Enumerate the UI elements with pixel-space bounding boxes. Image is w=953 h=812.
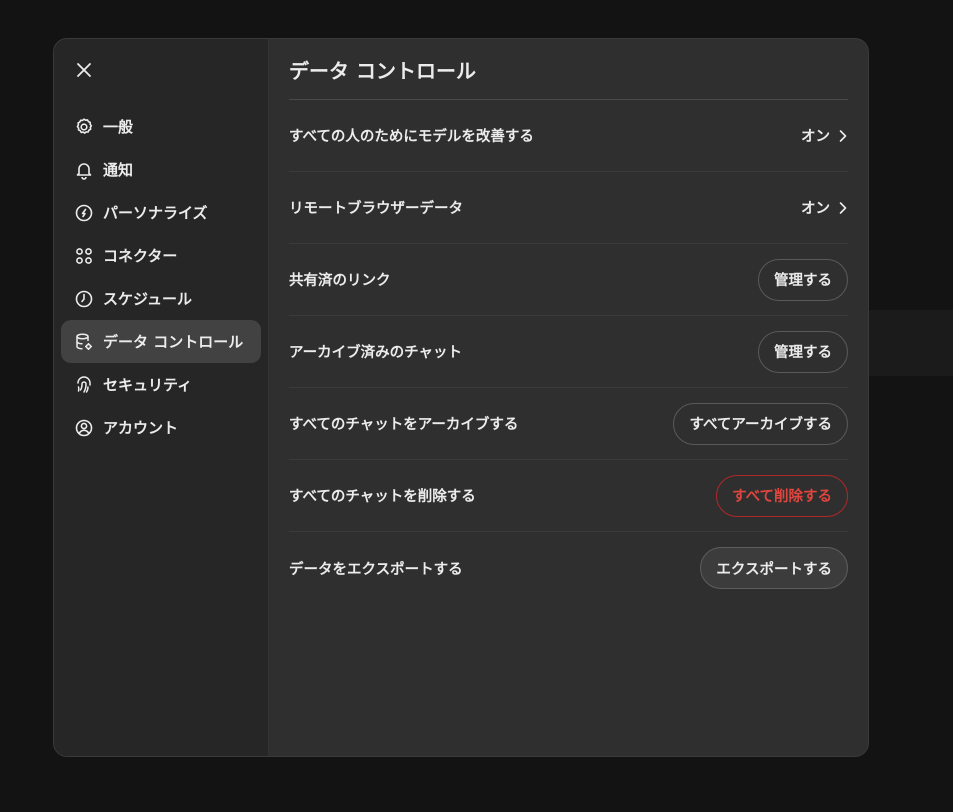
setting-label: すべての人のためにモデルを改善する	[289, 129, 534, 145]
fingerprint-icon	[74, 375, 94, 395]
sidebar-item-general[interactable]: 一般	[61, 105, 261, 148]
setting-label: すべてのチャットをアーカイブする	[289, 417, 519, 433]
chevron-right-icon	[839, 129, 847, 142]
remote-browser-data-toggle[interactable]: オン	[801, 197, 848, 218]
setting-label: 共有済のリンク	[289, 273, 391, 289]
settings-modal: 一般 通知 パーソナライズ コネクター スケジュール データ コントロール セキ…	[53, 38, 869, 757]
bell-icon	[74, 160, 94, 180]
export-data-button[interactable]: エクスポートする	[700, 547, 848, 589]
sidebar-item-label: コネクター	[103, 247, 178, 265]
gear-icon	[74, 117, 94, 137]
settings-nav: 一般 通知 パーソナライズ コネクター スケジュール データ コントロール セキ…	[61, 105, 261, 449]
sidebar-item-label: 通知	[103, 161, 134, 179]
manage-shared-links-button[interactable]: 管理する	[758, 258, 848, 301]
settings-sidebar: 一般 通知 パーソナライズ コネクター スケジュール データ コントロール セキ…	[54, 39, 269, 756]
sidebar-item-connectors[interactable]: コネクター	[61, 234, 261, 277]
setting-value: オン	[801, 129, 830, 145]
setting-label: データをエクスポートする	[289, 561, 463, 578]
connectors-icon	[74, 246, 94, 266]
setting-row-remote-browser-data: リモートブラウザーデータ オン	[289, 172, 848, 244]
setting-row-delete-all: すべてのチャットを削除する すべて削除する	[289, 460, 848, 532]
improve-model-toggle[interactable]: オン	[801, 125, 848, 146]
sidebar-item-label: セキュリティ	[103, 376, 193, 394]
close-icon	[77, 63, 91, 77]
clock-icon	[74, 289, 94, 309]
sidebar-item-label: データ コントロール	[103, 333, 244, 351]
sidebar-item-notifications[interactable]: 通知	[61, 148, 261, 191]
chevron-right-icon	[839, 201, 847, 214]
setting-row-shared-links: 共有済のリンク 管理する	[289, 244, 848, 316]
sidebar-item-label: アカウント	[103, 419, 179, 437]
background-panel	[868, 310, 953, 376]
setting-value: オン	[801, 201, 830, 217]
sidebar-item-schedule[interactable]: スケジュール	[61, 277, 261, 320]
sidebar-item-data-controls[interactable]: データ コントロール	[61, 320, 261, 363]
personalize-icon	[74, 203, 94, 223]
sidebar-item-personalize[interactable]: パーソナライズ	[61, 191, 261, 234]
setting-row-improve-model: すべての人のためにモデルを改善する オン	[289, 100, 848, 172]
settings-content: データ コントロール すべての人のためにモデルを改善する オン リモートブラウザ…	[269, 39, 868, 756]
database-gear-icon	[74, 332, 94, 352]
archive-all-button[interactable]: すべてアーカイブする	[673, 402, 848, 445]
setting-row-archive-all: すべてのチャットをアーカイブする すべてアーカイブする	[289, 388, 848, 460]
sidebar-item-label: スケジュール	[103, 290, 192, 308]
setting-row-export-data: データをエクスポートする エクスポートする	[289, 532, 848, 604]
sidebar-item-label: 一般	[103, 118, 134, 136]
account-icon	[74, 418, 94, 438]
setting-label: アーカイブ済みのチャット	[289, 345, 462, 361]
manage-archived-chats-button[interactable]: 管理する	[758, 330, 848, 373]
page-title: データ コントロール	[289, 39, 848, 100]
setting-label: リモートブラウザーデータ	[289, 201, 463, 217]
setting-label: すべてのチャットを削除する	[289, 489, 476, 505]
delete-all-button[interactable]: すべて削除する	[716, 474, 848, 517]
sidebar-item-account[interactable]: アカウント	[61, 406, 261, 449]
sidebar-item-label: パーソナライズ	[103, 204, 208, 222]
close-button[interactable]	[72, 58, 96, 82]
setting-row-archived-chats: アーカイブ済みのチャット 管理する	[289, 316, 848, 388]
sidebar-item-security[interactable]: セキュリティ	[61, 363, 261, 406]
